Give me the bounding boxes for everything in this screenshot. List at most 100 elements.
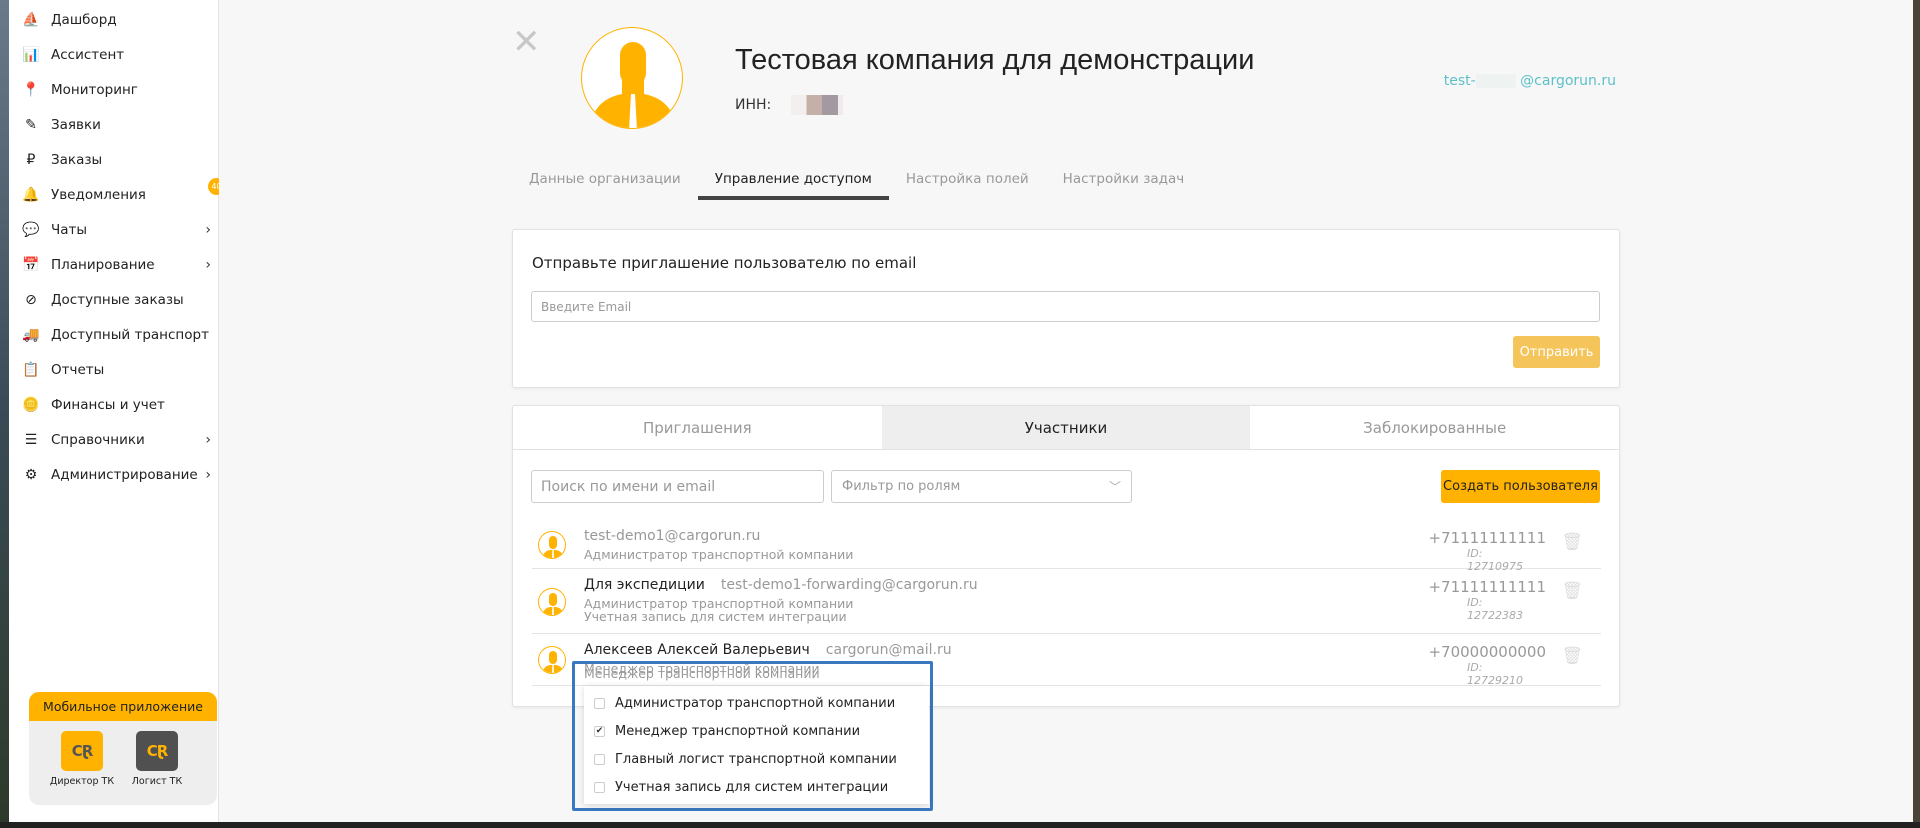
sidebar-item-label: Мониторинг [51, 82, 138, 98]
role-option[interactable]: ✔ Менеджер транспортной компании [594, 724, 860, 739]
trash-icon[interactable]: 🗑 [1561, 532, 1583, 552]
ruble-icon: ₽ [26, 152, 36, 168]
role-option[interactable]: Учетная запись для систем интеграции [594, 780, 888, 795]
checkbox[interactable] [594, 754, 605, 765]
user-avatar [538, 531, 566, 559]
checkbox[interactable] [594, 698, 605, 709]
desktop-wallpaper-right [1913, 0, 1920, 828]
sidebar-item-label: Администрирование [51, 467, 198, 483]
user-name: Алексеев Алексей Валерьевич [584, 642, 810, 658]
members-tabs: Приглашения Участники Заблокированные [513, 406, 1619, 450]
director-app-button[interactable]: CⱤ [61, 731, 103, 771]
create-user-button[interactable]: Создать пользователя [1441, 470, 1600, 503]
member-row[interactable]: Для экспедиции test-demo1-forwarding@carg… [532, 569, 1601, 634]
user-name: Для экспедиции [584, 577, 705, 593]
calendar-icon: 📅 [22, 257, 40, 273]
tab-invitations[interactable]: Приглашения [513, 406, 882, 449]
trash-icon[interactable]: 🗑 [1561, 646, 1583, 666]
member-row[interactable]: test-demo1@cargorun.ru Администратор тран… [532, 520, 1601, 573]
user-role: Администратор транспортной компании [584, 547, 854, 562]
logist-app-button[interactable]: CⱤ [136, 731, 178, 771]
chevron-down-icon: ﹀ [1108, 480, 1121, 494]
role-filter-select[interactable]: Фильтр по ролям ﹀ [831, 470, 1132, 503]
sidebar-item-2[interactable]: 📍 Мониторинг [9, 73, 219, 107]
user-avatar [538, 588, 566, 616]
sidebar-item-8[interactable]: ⊘ Доступные заказы [9, 283, 219, 317]
sidebar-item-7[interactable]: 📅 Планирование › [9, 248, 219, 282]
sidebar-item-9[interactable]: 🚚 Доступный транспорт [9, 318, 219, 352]
tab-task-settings[interactable]: Настройки задач [1046, 168, 1202, 200]
invite-card: Отправьте приглашение пользователю по em… [512, 229, 1620, 388]
sidebar-item-13[interactable]: ⚙ Администрирование › [9, 458, 219, 492]
user-phone: +70000000000 [1428, 643, 1546, 661]
chevron-right-icon: › [205, 467, 211, 483]
sidebar-item-0[interactable]: ⛵ Дашборд [9, 3, 219, 37]
role-option[interactable]: Главный логист транспортной компании [594, 752, 897, 767]
sidebar-item-label: Планирование [51, 257, 155, 273]
sidebar-item-label: Отчеты [51, 362, 105, 378]
send-invite-button[interactable]: Отправить [1513, 336, 1600, 368]
sidebar-item-4[interactable]: ₽ Заказы [9, 143, 219, 177]
user-email-link[interactable]: test- @cargorun.ru [1444, 73, 1616, 89]
sidebar-item-label: Заявки [51, 117, 101, 133]
member-search-input[interactable] [531, 470, 824, 503]
bell-icon: 🔔 [22, 187, 40, 203]
coins-icon: 🪙 [22, 397, 40, 413]
list-icon: ☰ [24, 432, 38, 448]
sidebar-item-3[interactable]: ✎ Заявки [9, 108, 219, 142]
role-dropdown: Менеджер транспортной компании Администр… [572, 661, 933, 811]
sidebar-item-1[interactable]: 📊 Ассистент [9, 38, 219, 72]
tab-members[interactable]: Участники [881, 406, 1251, 449]
close-icon[interactable]: ✕ [512, 22, 541, 62]
truck-icon: 🚚 [22, 327, 40, 343]
sidebar-item-label: Дашборд [51, 12, 117, 28]
sidebar-item-label: Доступный транспорт [51, 327, 209, 343]
sidebar-item-12[interactable]: ☰ Справочники › [9, 423, 219, 457]
user-email: test-demo1-forwarding@cargorun.ru [720, 577, 978, 593]
bar-chart-icon: 📊 [22, 47, 40, 63]
invite-email-input[interactable] [531, 291, 1600, 322]
inn: ИНН: [735, 95, 844, 115]
chevron-right-icon: › [205, 432, 211, 448]
checkbox-checked[interactable]: ✔ [594, 726, 605, 737]
tab-blocked[interactable]: Заблокированные [1250, 406, 1619, 449]
mobile-app-title: Мобильное приложение [29, 692, 217, 721]
sidebar-item-11[interactable]: 🪙 Финансы и учет [9, 388, 219, 422]
sidebar: 40 Мобильное приложение CⱤ Директор ТК C… [9, 0, 225, 822]
email-redacted [1475, 74, 1516, 88]
sidebar-item-label: Доступные заказы [51, 292, 184, 308]
company-tabs: Данные организации Управление доступом Н… [512, 168, 1201, 200]
director-app-label: Директор ТК [49, 776, 115, 787]
sidebar-item-5[interactable]: 🔔 Уведомления [9, 178, 219, 212]
user-avatar [538, 646, 566, 674]
user-id: ID: 12729210 [1467, 661, 1523, 687]
checkbox[interactable] [594, 782, 605, 793]
chevron-right-icon: › [205, 222, 211, 238]
inn-value-redacted [791, 95, 844, 115]
map-marker-icon: 📍 [22, 82, 40, 98]
trash-icon[interactable]: 🗑 [1561, 581, 1583, 601]
role-option-label: Администратор транспортной компании [615, 696, 896, 711]
role-option[interactable]: Администратор транспортной компании [594, 696, 895, 711]
user-id: ID: 12722383 [1467, 596, 1523, 622]
sidebar-item-10[interactable]: 📋 Отчеты [9, 353, 219, 387]
sidebar-item-label: Уведомления [51, 187, 146, 203]
tab-organization-data[interactable]: Данные организации [512, 168, 698, 200]
invite-title: Отправьте приглашение пользователю по em… [532, 254, 917, 272]
role-option-label: Учетная запись для систем интеграции [615, 780, 889, 795]
role-filter-placeholder: Фильтр по ролям [842, 479, 961, 494]
email-suffix: @cargorun.ru [1520, 73, 1616, 89]
sidebar-item-label: Справочники [51, 432, 145, 448]
role-dropdown-current[interactable]: Менеджер транспортной компании [584, 666, 820, 681]
user-role: Учетная запись для систем интеграции [584, 609, 847, 624]
edit-icon: ✎ [25, 117, 37, 133]
role-option-label: Менеджер транспортной компании [615, 724, 861, 739]
tab-field-settings[interactable]: Настройка полей [889, 168, 1046, 200]
email-prefix: test- [1443, 73, 1476, 89]
tab-access-management[interactable]: Управление доступом [697, 168, 889, 200]
sidebar-item-label: Заказы [51, 152, 103, 168]
sidebar-item-6[interactable]: 💬 Чаты › [9, 213, 219, 247]
user-phone: +71111111111 [1428, 578, 1546, 596]
user-email: test-demo1@cargorun.ru [584, 528, 761, 544]
user-line: Для экспедиции test-demo1-forwarding@carg… [584, 577, 978, 593]
